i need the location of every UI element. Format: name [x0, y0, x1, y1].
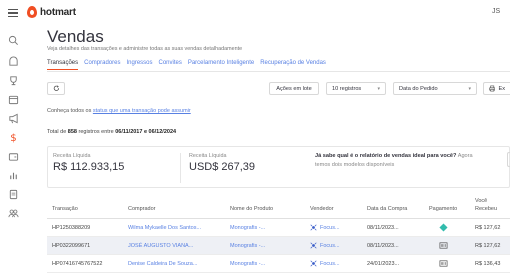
focus-logo-icon	[310, 260, 317, 267]
refresh-button[interactable]	[47, 82, 65, 95]
col-transaction[interactable]: Transação	[52, 205, 78, 213]
total-records: Total de 858 registros entre 06/11/2017 …	[47, 129, 176, 135]
report-promo-title-tail: Agora	[456, 153, 473, 159]
total-count: 858	[67, 129, 77, 135]
sidebar: $	[0, 26, 27, 273]
col-buyer[interactable]: Comprador	[128, 205, 156, 213]
tabs: Transações Compradores Ingressos Convite…	[47, 60, 326, 70]
tabs-divider	[47, 71, 510, 72]
date-filter-select[interactable]: Data do Pedido ▾	[393, 82, 477, 95]
table-header: Transação Comprador Nome do Produto Vend…	[47, 197, 510, 219]
table-row[interactable]: HP1250388209 Wilma Mykaelle Dos Santos..…	[47, 219, 510, 237]
boleto-icon	[439, 260, 448, 267]
row-buyer[interactable]: JOSÉ AUGUSTO VIANA...	[128, 243, 193, 249]
row-received: R$ 136,43	[475, 261, 501, 267]
records-select-value: 10 registros	[332, 85, 362, 92]
export-button[interactable]: Ex	[483, 82, 510, 95]
usd-revenue-value: USD$ 267,39	[189, 161, 256, 173]
row-transaction: HP1250388209	[52, 225, 91, 231]
table-row[interactable]: HP07416745767522 Denise Caldeira De Souz…	[47, 255, 510, 273]
home-icon[interactable]	[8, 56, 19, 67]
brl-revenue-label: Receita Líquida	[53, 153, 91, 159]
tab-recuperacao[interactable]: Recuperação de Vendas	[260, 60, 326, 70]
search-icon[interactable]	[8, 35, 19, 46]
col-product[interactable]: Nome do Produto	[230, 205, 273, 213]
tab-ingressos[interactable]: Ingressos	[126, 60, 152, 70]
tab-transacoes[interactable]: Transações	[47, 60, 79, 70]
total-middle: registros entre	[76, 129, 116, 135]
printer-icon	[489, 85, 496, 92]
refresh-icon	[53, 85, 59, 91]
row-date: 24/01/2023...	[367, 261, 400, 267]
row-product[interactable]: Monografis -...	[230, 225, 265, 231]
lot-actions-button[interactable]: Ações em lote	[269, 82, 319, 95]
page-title: Vendas	[47, 27, 104, 46]
row-received: R$ 127,62	[475, 243, 501, 249]
chevron-down-icon: ▾	[468, 85, 471, 92]
report-promo-title-bold: Já sabe qual é o relatório de vendas ide…	[315, 153, 457, 159]
total-range: 06/11/2017 e 06/12/2024	[115, 129, 177, 135]
col-received-line2[interactable]: Recebeu	[475, 205, 497, 213]
chevron-down-icon: ▾	[377, 85, 380, 92]
col-payment[interactable]: Pagamento	[429, 205, 457, 213]
hotmart-logo[interactable]: hotmart	[27, 6, 76, 18]
row-product[interactable]: Monografis -...	[230, 243, 265, 249]
main-content: Vendas Veja detalhes das transações e ad…	[47, 26, 510, 273]
records-select[interactable]: 10 registros ▾	[326, 82, 386, 95]
table-row[interactable]: HP0322099671 JOSÉ AUGUSTO VIANA... Monog…	[47, 237, 510, 255]
report-promo-title: Já sabe qual é o relatório de vendas ide…	[315, 153, 473, 159]
row-date: 08/11/2023...	[367, 243, 399, 249]
brl-revenue-value: R$ 112.933,15	[53, 161, 125, 173]
row-received: R$ 127,62	[475, 225, 501, 231]
status-hint-text: Conheça todos os	[47, 108, 93, 114]
row-seller-name: Focus...	[320, 260, 340, 267]
users-icon[interactable]	[8, 208, 19, 219]
row-buyer[interactable]: Denise Caldeira De Souza...	[128, 261, 197, 267]
card-divider	[180, 153, 181, 183]
svg-text:$: $	[10, 133, 16, 143]
tab-compradores[interactable]: Compradores	[84, 60, 120, 70]
row-seller-name: Focus...	[320, 224, 340, 231]
boleto-icon	[439, 242, 448, 249]
report-promo-subtitle: temos dois modelos disponíveis	[315, 162, 395, 168]
row-transaction: HP07416745767522	[52, 261, 103, 267]
row-date: 08/11/2023...	[367, 225, 399, 231]
focus-logo-icon	[310, 242, 317, 249]
row-seller[interactable]: Focus...	[310, 224, 340, 231]
page-subtitle: Veja detalhes das transações e administr…	[47, 46, 243, 52]
tab-parcelamento[interactable]: Parcelamento Inteligente	[188, 60, 254, 70]
bar-chart-icon[interactable]	[8, 170, 19, 181]
hamburger-menu-icon[interactable]	[8, 9, 18, 17]
total-prefix: Total de	[47, 129, 68, 135]
tab-convites[interactable]: Convites	[159, 60, 182, 70]
row-seller[interactable]: Focus...	[310, 242, 340, 249]
transactions-table: Transação Comprador Nome do Produto Vend…	[47, 197, 510, 273]
row-seller-name: Focus...	[320, 242, 340, 249]
focus-logo-icon	[310, 224, 317, 231]
export-label: Ex	[498, 85, 505, 92]
status-hint: Conheça todos os status que uma transaçã…	[47, 108, 191, 114]
top-bar: hotmart JS	[0, 0, 510, 26]
status-hint-link[interactable]: status que uma transação pode assumir	[93, 108, 191, 114]
document-icon[interactable]	[8, 189, 19, 200]
logo-text: hotmart	[40, 6, 76, 18]
dollar-icon[interactable]: $	[8, 132, 19, 143]
hotmart-flame-icon	[27, 6, 37, 18]
row-buyer[interactable]: Wilma Mykaelle Dos Santos...	[128, 225, 201, 231]
row-product[interactable]: Monografis -...	[230, 261, 265, 267]
wallet-icon[interactable]	[8, 151, 19, 162]
trophy-icon[interactable]	[8, 75, 19, 86]
col-seller[interactable]: Vendedor	[310, 205, 334, 213]
pix-icon	[439, 223, 448, 232]
row-seller[interactable]: Focus...	[310, 260, 340, 267]
user-initials[interactable]: JS	[492, 8, 500, 15]
col-date[interactable]: Data da Compra	[367, 205, 407, 213]
col-received-line1: Você	[475, 198, 488, 204]
date-filter-value: Data do Pedido	[399, 85, 438, 92]
usd-revenue-label: Receita Líquida	[189, 153, 227, 159]
calendar-icon[interactable]	[8, 94, 19, 105]
megaphone-icon[interactable]	[8, 113, 19, 124]
row-transaction: HP0322099671	[52, 243, 91, 249]
